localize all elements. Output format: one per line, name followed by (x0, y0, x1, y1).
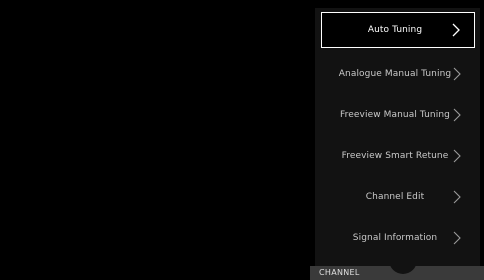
menu-item-label: Channel Edit (365, 192, 425, 202)
menu-item-label: Signal Information (352, 233, 438, 243)
menu-item-label: Auto Tuning (367, 25, 423, 35)
menu-item-freeview-smart-retune[interactable]: Freeview Smart Retune (321, 138, 475, 174)
menu-item-signal-information[interactable]: Signal Information (321, 220, 475, 256)
chevron-right-icon (452, 23, 460, 37)
chevron-right-icon (453, 149, 461, 163)
menu-item-channel-edit[interactable]: Channel Edit (321, 179, 475, 215)
menu-item-label: Freeview Manual Tuning (340, 110, 450, 120)
menu-item-auto-tuning[interactable]: Auto Tuning (321, 12, 475, 48)
chevron-right-icon (453, 108, 461, 122)
menu-item-freeview-manual-tuning[interactable]: Freeview Manual Tuning (321, 97, 475, 133)
menu-item-label: Freeview Smart Retune (341, 151, 449, 161)
chevron-right-icon (453, 231, 461, 245)
menu-item-analogue-manual-tuning[interactable]: Analogue Manual Tuning (321, 56, 475, 92)
chevron-right-icon (453, 67, 461, 81)
section-label: CHANNEL (319, 268, 360, 277)
footer-notch (389, 260, 417, 274)
tv-screen: Auto Tuning Analogue Manual Tuning Freev… (0, 0, 484, 280)
menu-item-label: Analogue Manual Tuning (338, 69, 452, 79)
chevron-right-icon (453, 190, 461, 204)
section-footer-bar: CHANNEL (310, 260, 484, 280)
channel-menu-panel: Auto Tuning Analogue Manual Tuning Freev… (315, 8, 480, 266)
